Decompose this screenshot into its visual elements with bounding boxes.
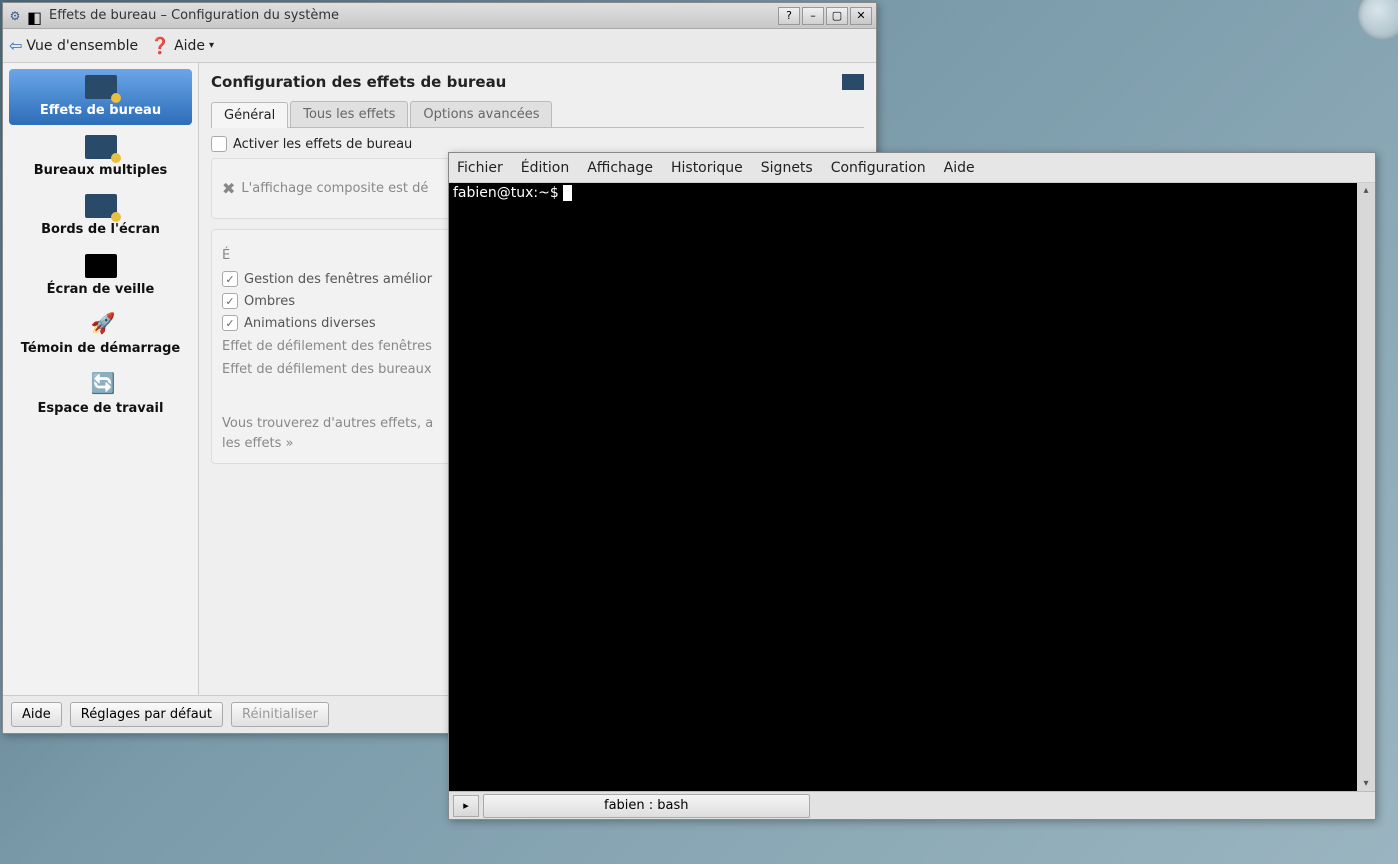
settings-titlebar[interactable]: ⚙ ◧ Effets de bureau – Configuration du … (3, 3, 876, 29)
help-button[interactable]: Aide (11, 702, 62, 727)
terminal-menubar: Fichier Édition Affichage Historique Sig… (449, 153, 1375, 183)
activate-effects-row[interactable]: Activer les effets de bureau (211, 136, 864, 152)
main-header: Configuration des effets de bureau (211, 73, 864, 91)
shadows-label: Ombres (244, 294, 295, 309)
desktop-effects-icon (85, 75, 117, 99)
sidebar-item-label: Espace de travail (13, 401, 188, 417)
minimize-button[interactable]: – (802, 7, 824, 25)
terminal-prompt: fabien@tux:~$ (453, 185, 563, 201)
checkbox-icon[interactable]: ✓ (222, 271, 238, 287)
page-icon (842, 74, 864, 90)
tab-general[interactable]: Général (211, 102, 288, 128)
help-icon: ❓ (150, 36, 170, 55)
scroll-down-icon[interactable]: ▾ (1363, 776, 1368, 791)
maximize-button[interactable]: ▢ (826, 7, 848, 25)
reset-button[interactable]: Réinitialiser (231, 702, 329, 727)
tab-all-effects[interactable]: Tous les effets (290, 101, 408, 127)
sidebar-item-screensaver[interactable]: Écran de veille (9, 248, 192, 304)
improved-label: Gestion des fenêtres amélior (244, 272, 432, 287)
menu-file[interactable]: Fichier (457, 160, 503, 176)
terminal-text[interactable]: fabien@tux:~$ (449, 183, 1357, 791)
settings-sidebar: Effets de bureau Bureaux multiples Bords… (3, 63, 199, 695)
overview-button[interactable]: ⇦ Vue d'ensemble (9, 36, 138, 55)
terminal-tab[interactable]: fabien : bash (483, 794, 810, 818)
sidebar-item-label: Effets de bureau (13, 103, 188, 119)
plasma-toolbox[interactable] (1358, 0, 1398, 40)
x-icon: ✖ (222, 179, 235, 198)
help-label: Aide (174, 38, 205, 54)
menu-bookmarks[interactable]: Signets (761, 160, 813, 176)
scroll-up-icon[interactable]: ▴ (1363, 183, 1368, 198)
menu-edit[interactable]: Édition (521, 160, 569, 176)
menu-view[interactable]: Affichage (587, 160, 653, 176)
checkbox-icon[interactable]: ✓ (222, 315, 238, 331)
checkbox-icon[interactable] (211, 136, 227, 152)
sidebar-item-workspace[interactable]: Espace de travail (9, 367, 192, 423)
rocket-icon (85, 313, 117, 337)
terminal-cursor (563, 185, 572, 201)
terminal-body[interactable]: fabien@tux:~$ ▴ ▾ (449, 183, 1375, 791)
app-icon: ⚙ (7, 8, 23, 24)
terminal-window: Fichier Édition Affichage Historique Sig… (448, 152, 1376, 820)
close-button[interactable]: ✕ (850, 7, 872, 25)
back-arrow-icon: ⇦ (9, 36, 22, 55)
disabled-text: L'affichage composite est dé (241, 181, 428, 196)
menu-help[interactable]: Aide (944, 160, 975, 176)
sidebar-item-label: Bords de l'écran (13, 222, 188, 238)
defaults-button[interactable]: Réglages par défaut (70, 702, 223, 727)
animations-label: Animations diverses (244, 316, 376, 331)
terminal-tabbar: ▸ fabien : bash (449, 791, 1375, 819)
window-title: Effets de bureau – Configuration du syst… (49, 8, 776, 23)
new-tab-button[interactable]: ▸ (453, 795, 479, 817)
sidebar-item-label: Écran de veille (13, 282, 188, 298)
terminal-scrollbar[interactable]: ▴ ▾ (1357, 183, 1375, 791)
help-titlebar-button[interactable]: ? (778, 7, 800, 25)
tab-bar: Général Tous les effets Options avancées (211, 101, 864, 128)
activate-effects-label: Activer les effets de bureau (233, 137, 412, 152)
menu-history[interactable]: Historique (671, 160, 743, 176)
screensaver-icon (85, 254, 117, 278)
sidebar-item-launch-feedback[interactable]: Témoin de démarrage (9, 307, 192, 363)
multiple-desktops-icon (85, 135, 117, 159)
page-title: Configuration des effets de bureau (211, 73, 842, 91)
sidebar-item-desktop-effects[interactable]: Effets de bureau (9, 69, 192, 125)
pin-icon[interactable]: ◧ (27, 8, 43, 24)
sidebar-item-multiple-desktops[interactable]: Bureaux multiples (9, 129, 192, 185)
menu-settings[interactable]: Configuration (831, 160, 926, 176)
sidebar-item-screen-edges[interactable]: Bords de l'écran (9, 188, 192, 244)
workspace-icon (85, 373, 117, 397)
checkbox-icon[interactable]: ✓ (222, 293, 238, 309)
screen-edges-icon (85, 194, 117, 218)
sidebar-item-label: Bureaux multiples (13, 163, 188, 179)
overview-label: Vue d'ensemble (26, 38, 138, 54)
tab-advanced[interactable]: Options avancées (410, 101, 552, 127)
chevron-down-icon: ▾ (209, 40, 214, 51)
help-menu-button[interactable]: ❓ Aide ▾ (150, 36, 214, 55)
sidebar-item-label: Témoin de démarrage (13, 341, 188, 357)
settings-toolbar: ⇦ Vue d'ensemble ❓ Aide ▾ (3, 29, 876, 63)
